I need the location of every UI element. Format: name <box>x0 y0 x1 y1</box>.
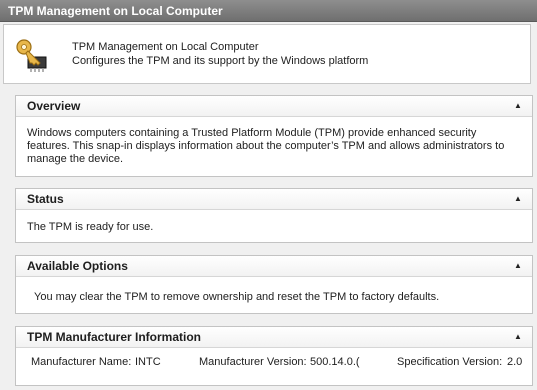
overview-title: Overview <box>27 99 81 113</box>
manufacturer-info-row: Manufacturer Name: INTC Manufacturer Ver… <box>16 348 532 372</box>
specification-version-value: 2.0 <box>507 356 523 368</box>
manufacturer-version-label: Manufacturer Version: <box>199 356 307 368</box>
status-title: Status <box>27 192 64 206</box>
key-chip-icon <box>14 37 52 75</box>
manufacturer-version-value: 500.14.0.( <box>310 356 360 368</box>
collapse-overview-icon[interactable]: ▲ <box>512 96 524 116</box>
collapse-status-icon[interactable]: ▲ <box>512 189 524 209</box>
header-description: Configures the TPM and its support by th… <box>72 55 369 67</box>
options-text: You may clear the TPM to remove ownershi… <box>34 291 440 303</box>
overview-section: Overview ▲ Windows computers containing … <box>15 95 533 177</box>
specification-version-label: Specification Version: <box>397 356 503 368</box>
snapin-header: TPM Management on Local Computer Configu… <box>3 24 531 84</box>
status-section: Status ▲ The TPM is ready for use. <box>15 188 533 243</box>
collapse-options-icon[interactable]: ▲ <box>512 256 524 276</box>
status-header[interactable]: Status ▲ <box>16 189 532 210</box>
collapse-manufacturer-icon[interactable]: ▲ <box>512 327 524 347</box>
options-section: Available Options ▲ You may clear the TP… <box>15 255 533 314</box>
window-title: TPM Management on Local Computer <box>0 0 537 22</box>
manufacturer-section: TPM Manufacturer Information ▲ Manufactu… <box>15 326 533 386</box>
manufacturer-title: TPM Manufacturer Information <box>27 330 202 344</box>
header-title: TPM Management on Local Computer <box>72 41 259 53</box>
options-header[interactable]: Available Options ▲ <box>16 256 532 277</box>
manufacturer-name-value: INTC <box>135 356 161 368</box>
options-title: Available Options <box>27 259 128 273</box>
manufacturer-header[interactable]: TPM Manufacturer Information ▲ <box>16 327 532 348</box>
manufacturer-name-label: Manufacturer Name: <box>31 356 132 368</box>
overview-header[interactable]: Overview ▲ <box>16 96 532 117</box>
overview-text: Windows computers containing a Trusted P… <box>27 127 505 165</box>
status-text: The TPM is ready for use. <box>27 221 154 233</box>
